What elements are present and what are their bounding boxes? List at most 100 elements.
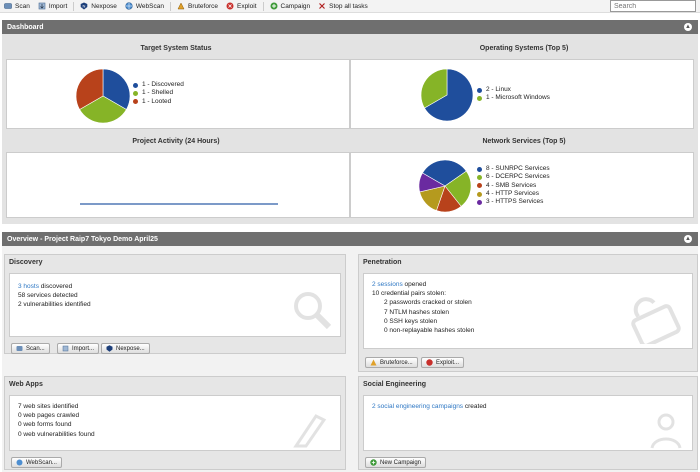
exploit-icon <box>426 359 433 366</box>
nexpose-button-label: Nexpose... <box>116 345 145 352</box>
legend-item: 3 - HTTPS Services <box>477 198 550 206</box>
hosts-link[interactable]: 3 hosts <box>18 283 39 290</box>
legend-label: 4 - SMB Services <box>486 181 537 189</box>
discovery-body: 3 hosts discovered 58 services detected … <box>9 273 341 337</box>
legend-swatch <box>133 99 138 105</box>
scan-label: Scan <box>15 2 30 10</box>
activity-title: Project Activity (24 Hours) <box>132 138 220 145</box>
legend-label: 3 - HTTPS Services <box>486 198 544 206</box>
penetration-bruteforce-button[interactable]: Bruteforce... <box>365 357 418 368</box>
webapps-body: 7 web sites identified 0 web pages crawl… <box>9 395 341 451</box>
webscan-label: WebScan <box>135 2 164 10</box>
credentials-line: 10 credential pairs stolen: <box>372 290 447 298</box>
dashboard-header[interactable]: Dashboard ▲ <box>2 20 698 34</box>
campaigns-line: 2 social engineering campaigns created <box>372 402 487 411</box>
overview-header[interactable]: Overview - Project Raip7 Tokyo Demo Apri… <box>2 232 698 246</box>
discovery-title: Discovery <box>9 259 43 266</box>
social-title: Social Engineering <box>363 381 427 388</box>
toolbar-divider <box>262 1 264 11</box>
credential-detail: 7 NTLM hashes stolen <box>384 308 450 316</box>
import-button[interactable]: Import <box>34 0 71 13</box>
campaigns-text: created <box>463 403 487 410</box>
exploit-button[interactable]: Exploit <box>222 0 261 13</box>
legend-item: 6 - DCERPC Services <box>477 173 550 181</box>
nexpose-icon: N <box>80 2 88 10</box>
target-status-panel: 1 - Discovered 1 - Shelled 1 - Looted <box>6 59 350 129</box>
legend-item: 4 - HTTP Services <box>477 190 550 198</box>
legend-swatch <box>477 183 482 189</box>
bruteforce-icon <box>370 359 377 366</box>
magnifier-icon <box>294 292 332 330</box>
discovery-import-button[interactable]: Import... <box>57 343 100 354</box>
webapps-webscan-button[interactable]: WebScan... <box>11 457 62 468</box>
services-panel: 8 - SUNRPC Services 6 - DCERPC Services … <box>350 152 694 218</box>
collapse-icon[interactable]: ▲ <box>684 235 692 243</box>
nexpose-button[interactable]: N Nexpose <box>76 0 121 13</box>
bruteforce-button[interactable]: Bruteforce <box>173 0 222 13</box>
collapse-icon[interactable]: ▲ <box>684 23 692 31</box>
discovery-nexpose-button[interactable]: Nexpose... <box>101 343 150 354</box>
social-body: 2 social engineering campaigns created <box>363 395 693 451</box>
discovery-card: Discovery 3 hosts discovered 58 services… <box>4 254 346 354</box>
webapps-line: 0 web pages crawled <box>18 412 80 420</box>
legend-swatch <box>133 90 138 96</box>
exploit-button-label: Exploit... <box>436 359 460 366</box>
import-icon <box>62 345 69 352</box>
new-campaign-label: New Campaign <box>380 459 422 466</box>
webscan-icon <box>16 459 23 466</box>
exploit-icon <box>226 2 234 10</box>
webapps-card: Web Apps 7 web sites identified 0 web pa… <box>4 376 346 470</box>
webapps-stats: 7 web sites identified 0 web pages crawl… <box>18 402 95 439</box>
campaign-button[interactable]: Campaign <box>266 0 315 13</box>
webscan-button[interactable]: WebScan <box>121 0 168 13</box>
overview-title: Overview - Project Raip7 Tokyo Demo Apri… <box>7 235 158 243</box>
import-label: Import <box>48 2 68 10</box>
hosts-line: 3 hosts discovered <box>18 282 91 291</box>
legend-label: 6 - DCERPC Services <box>486 173 550 181</box>
campaigns-link[interactable]: 2 social engineering campaigns <box>372 403 463 410</box>
person-icon <box>650 413 682 449</box>
stop-all-tasks-button[interactable]: Stop all tasks <box>314 0 372 13</box>
os-legend: 2 - Linux 1 - Microsoft Windows <box>477 86 550 103</box>
legend-label: 2 - Linux <box>486 86 511 93</box>
sessions-line: 2 sessions opened <box>372 280 474 289</box>
webscan-icon <box>125 2 133 10</box>
activity-chart <box>80 203 278 205</box>
dashboard-body: Target System Status 1 - Discovered 1 - … <box>2 34 698 224</box>
credential-detail: 2 passwords cracked or stolen <box>384 299 472 307</box>
social-stats: 2 social engineering campaigns created <box>372 402 487 411</box>
legend-item: 2 - Linux <box>477 86 550 94</box>
legend-swatch <box>477 191 482 197</box>
lock-icon <box>631 297 681 344</box>
search-input[interactable] <box>610 0 696 12</box>
scan-icon <box>4 2 12 10</box>
legend-swatch <box>477 166 482 172</box>
legend-item: 1 - Shelled <box>133 89 184 97</box>
svg-text:N: N <box>83 4 86 9</box>
sessions-link[interactable]: 2 sessions <box>372 281 403 288</box>
new-campaign-button[interactable]: New Campaign <box>365 457 427 468</box>
webapps-line: 7 web sites identified <box>18 403 79 410</box>
toolbar-divider <box>73 1 75 11</box>
vulns-line: 2 vulnerabilities identified <box>18 301 91 309</box>
sessions-text: opened <box>402 281 427 288</box>
webapps-title: Web Apps <box>9 381 43 388</box>
activity-panel <box>6 152 350 218</box>
stop-all-tasks-label: Stop all tasks <box>329 2 368 10</box>
legend-item: 8 - SUNRPC Services <box>477 165 550 173</box>
scan-button-label: Scan... <box>26 345 45 352</box>
discovery-stats: 3 hosts discovered 58 services detected … <box>18 282 91 310</box>
os-pie <box>420 68 474 122</box>
hosts-text: discovered <box>38 283 73 290</box>
scan-button[interactable]: Scan <box>0 0 34 13</box>
legend-item: 1 - Looted <box>133 98 184 106</box>
bruteforce-label: Bruteforce <box>187 2 218 10</box>
legend-label: 4 - HTTP Services <box>486 189 539 197</box>
nexpose-icon <box>106 345 113 352</box>
os-panel: 2 - Linux 1 - Microsoft Windows <box>350 59 694 129</box>
penetration-exploit-button[interactable]: Exploit... <box>421 357 465 368</box>
stop-icon <box>318 2 326 10</box>
legend-label: 1 - Looted <box>142 97 172 105</box>
discovery-scan-button[interactable]: Scan... <box>11 343 50 354</box>
webapps-line: 0 web vulnerabilities found <box>18 430 95 438</box>
